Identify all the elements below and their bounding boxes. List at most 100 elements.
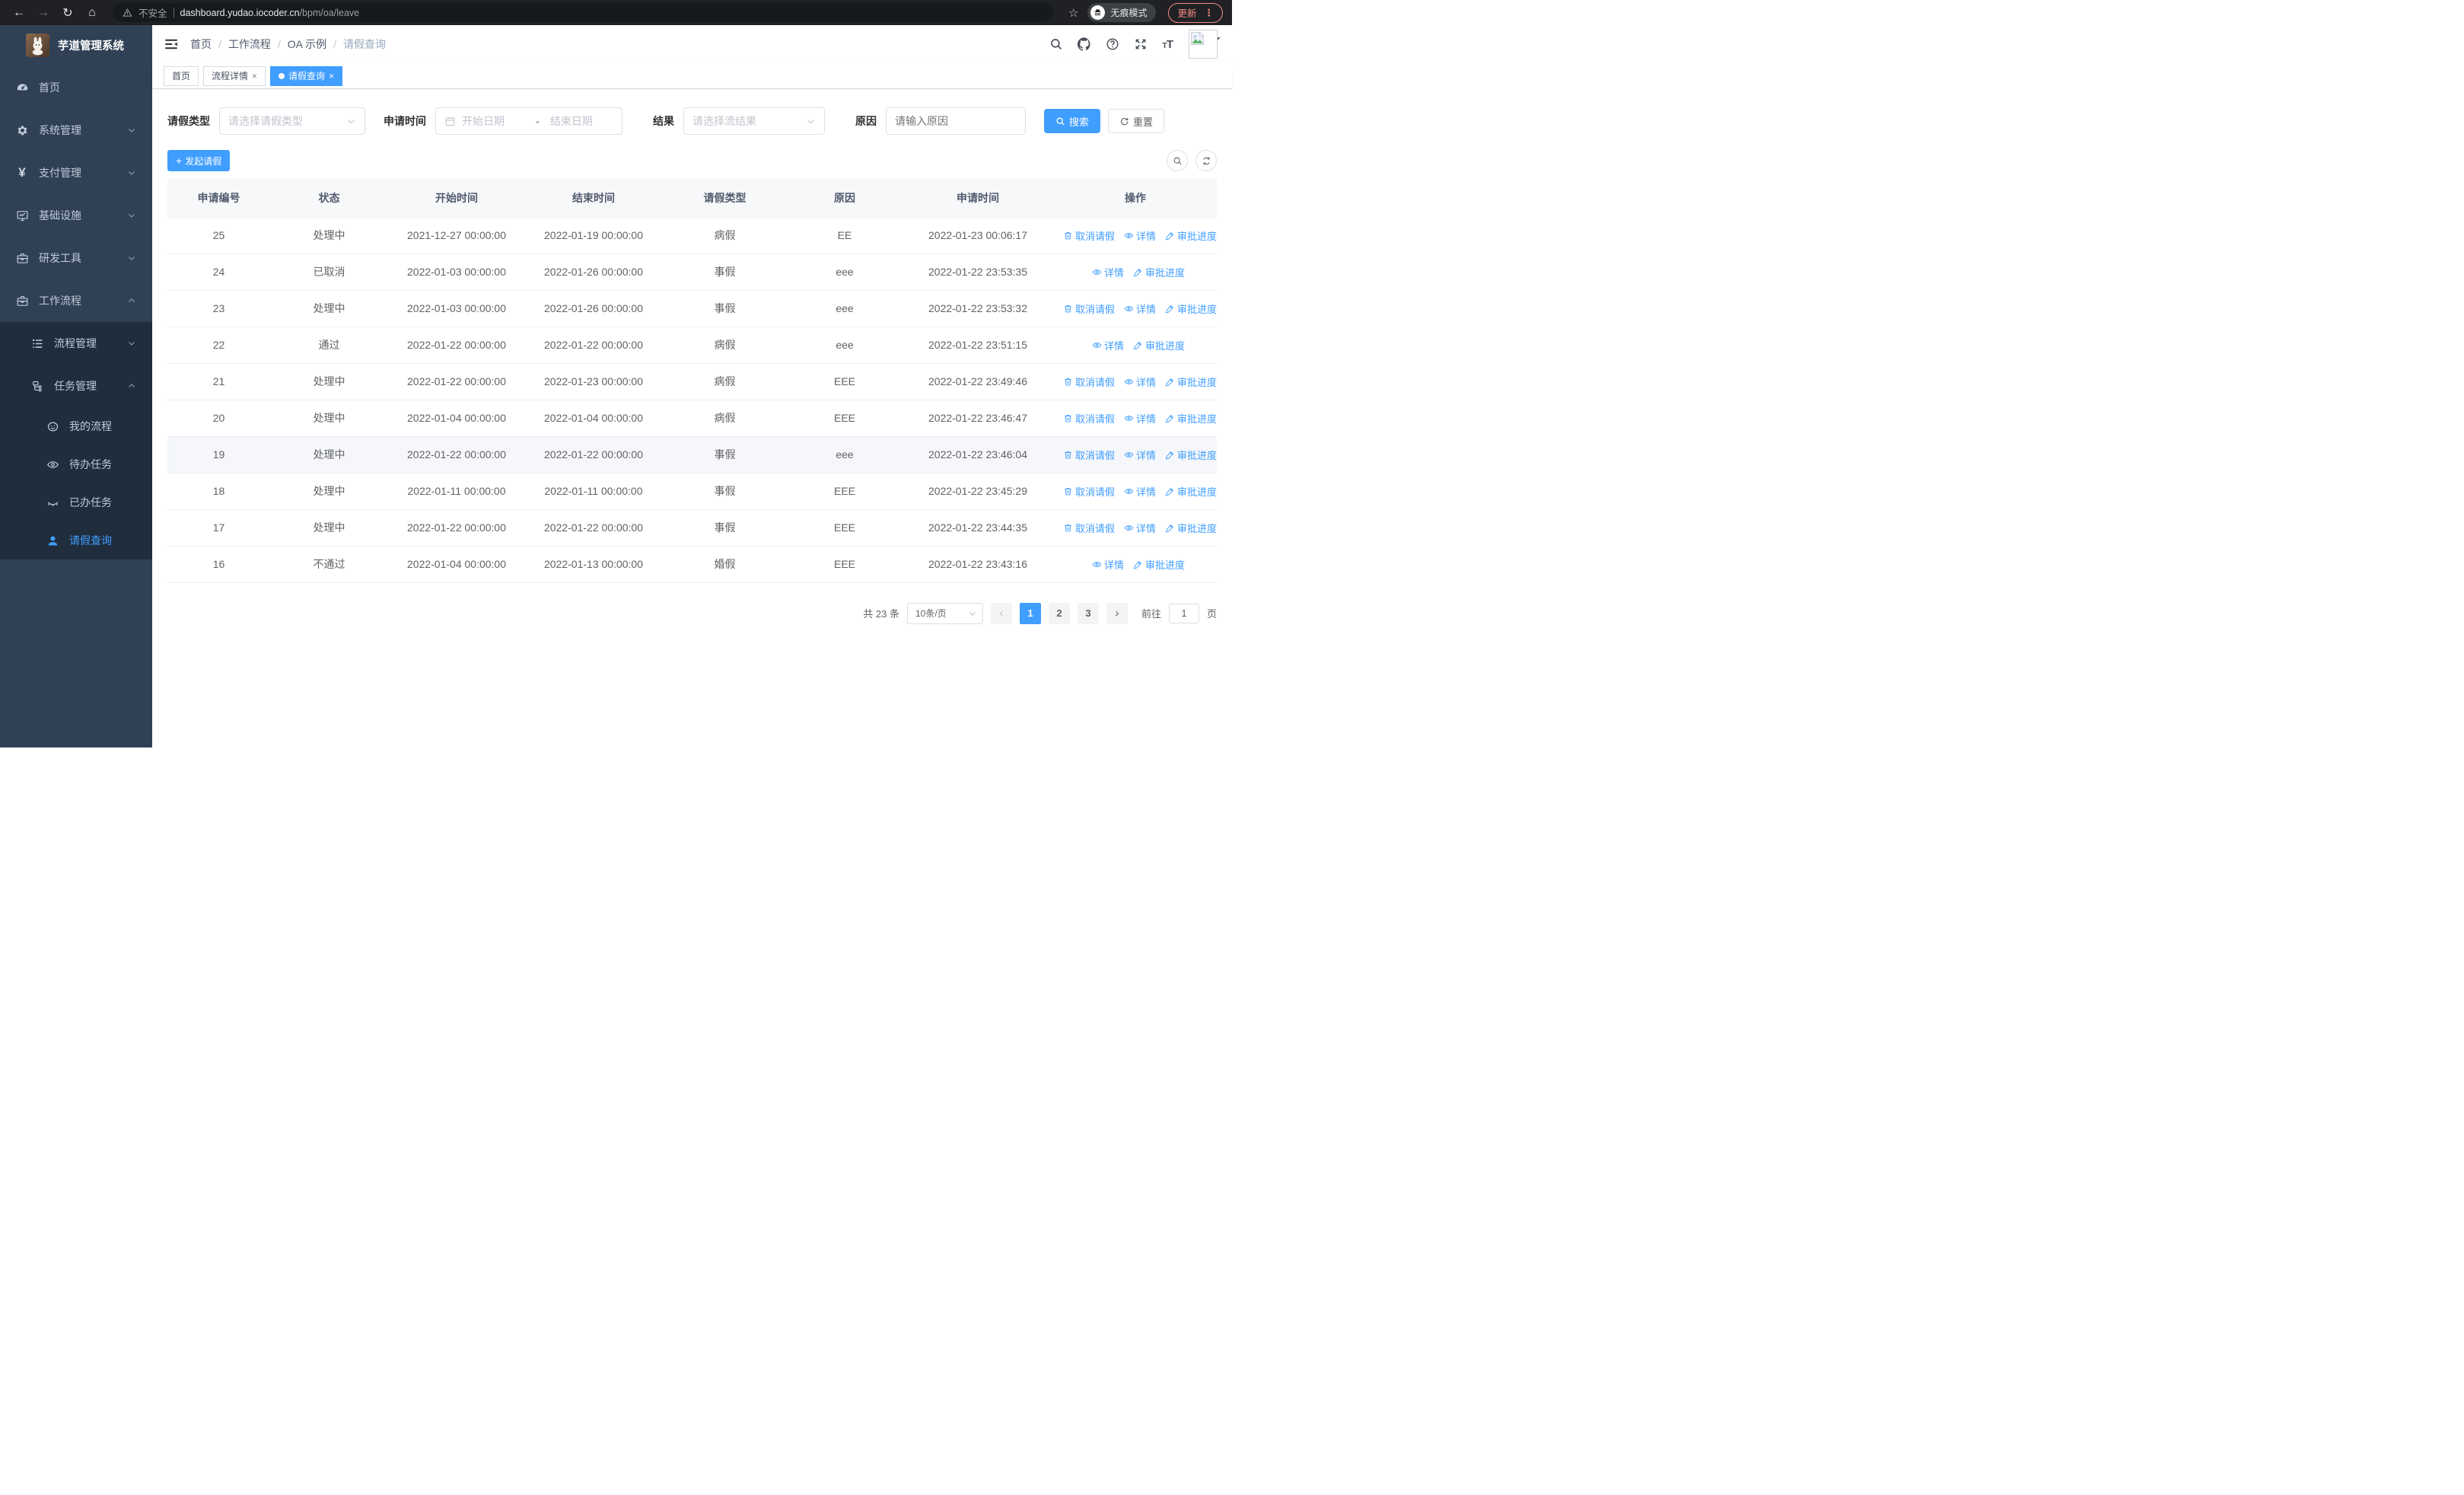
cell-applied: 2022-01-22 23:49:46 [902, 363, 1054, 400]
bookmark-star-icon[interactable]: ☆ [1068, 6, 1078, 20]
update-label[interactable]: 更新 [1177, 5, 1196, 20]
progress-link[interactable]: 审批进度 [1165, 301, 1217, 316]
cell-applied: 2022-01-22 23:45:29 [902, 473, 1054, 510]
browser-home-button[interactable]: ⌂ [82, 3, 102, 23]
page-size-select[interactable]: 10条/页 [906, 602, 983, 624]
detail-link[interactable]: 详情 [1124, 228, 1156, 243]
browser-back-button[interactable]: ← [9, 3, 29, 23]
cell-status: 处理中 [270, 290, 388, 327]
progress-link[interactable]: 审批进度 [1133, 265, 1185, 279]
table-row: 20 处理中 2022-01-04 00:00:00 2022-01-04 00:00… [167, 400, 1217, 437]
avatar[interactable] [1189, 30, 1218, 59]
progress-link[interactable]: 审批进度 [1165, 484, 1217, 499]
sidebar-collapse-icon[interactable] [164, 37, 179, 52]
cell-actions: 取消请假 详情 审批进度 [1054, 436, 1217, 473]
app-logo-row[interactable]: 芋道管理系统 [0, 25, 152, 65]
progress-link[interactable]: 审批进度 [1165, 448, 1217, 462]
create-leave-button[interactable]: + 发起请假 [167, 150, 231, 171]
detail-link[interactable]: 详情 [1092, 338, 1124, 352]
goto-page-input[interactable] [1168, 603, 1199, 623]
sidebar-item-label: 首页 [39, 81, 60, 94]
font-size-icon[interactable]: TT [1162, 38, 1173, 51]
cell-type: 事假 [662, 436, 788, 473]
sidebar-item-任务管理[interactable]: 任务管理 [0, 365, 152, 407]
tab-流程详情[interactable]: 流程详情 × [203, 65, 266, 86]
sidebar-item-已办任务[interactable]: 已办任务 [0, 483, 152, 521]
next-page-button[interactable]: › [1106, 602, 1128, 624]
progress-link[interactable]: 审批进度 [1165, 375, 1217, 389]
security-label[interactable]: 不安全 [138, 5, 167, 20]
sidebar-item-待办任务[interactable]: 待办任务 [0, 445, 152, 483]
date-start-placeholder[interactable]: 开始日期 [462, 113, 525, 129]
sidebar-item-工作流程[interactable]: 工作流程 [0, 279, 152, 322]
detail-link[interactable]: 详情 [1124, 521, 1156, 535]
breadcrumb-item[interactable]: OA 示例 [288, 37, 326, 52]
header-search-icon[interactable] [1049, 37, 1063, 51]
cancel-link[interactable]: 取消请假 [1063, 375, 1115, 389]
browser-update-pill[interactable]: 更新 ⋮ [1168, 2, 1223, 23]
fullscreen-icon[interactable] [1134, 37, 1148, 51]
result-select[interactable]: 请选择流结果 [683, 107, 825, 135]
cancel-link[interactable]: 取消请假 [1063, 521, 1115, 535]
detail-link[interactable]: 详情 [1124, 301, 1156, 316]
cancel-link[interactable]: 取消请假 [1063, 301, 1115, 316]
sidebar-item-请假查询[interactable]: 请假查询 [0, 521, 152, 559]
detail-link[interactable]: 详情 [1124, 448, 1156, 462]
column-header: 请假类型 [662, 179, 788, 218]
cancel-link[interactable]: 取消请假 [1063, 228, 1115, 243]
reason-input[interactable] [886, 107, 1026, 135]
sidebar-item-基础设施[interactable]: 基础设施 [0, 194, 152, 237]
page-button-3[interactable]: 3 [1077, 602, 1099, 624]
prev-page-button[interactable]: ‹ [990, 602, 1012, 624]
user-menu[interactable] [1187, 30, 1221, 59]
browser-forward-button[interactable]: → [33, 3, 53, 23]
action-label: 详情 [1136, 230, 1157, 242]
progress-link[interactable]: 审批进度 [1133, 338, 1185, 352]
action-label: 详情 [1103, 266, 1124, 279]
progress-link[interactable]: 审批进度 [1165, 228, 1217, 243]
sidebar-item-研发工具[interactable]: 研发工具 [0, 237, 152, 279]
breadcrumb-item[interactable]: 工作流程 [228, 37, 271, 52]
tab-请假查询[interactable]: 请假查询 × [270, 65, 343, 86]
detail-link[interactable]: 详情 [1124, 411, 1156, 426]
search-button[interactable]: 搜索 [1044, 109, 1101, 133]
detail-link[interactable]: 详情 [1092, 557, 1124, 572]
detail-link[interactable]: 详情 [1124, 484, 1156, 499]
browser-reload-button[interactable]: ↻ [58, 3, 78, 23]
cell-type: 事假 [662, 290, 788, 327]
cancel-link[interactable]: 取消请假 [1063, 448, 1115, 462]
filter-form: 请假类型 请选择请假类型 申请时间 开始日期 - 结束日期 结果 请选择流结果 … [167, 107, 1217, 135]
breadcrumb-item[interactable]: 首页 [190, 37, 212, 52]
page-button-1[interactable]: 1 [1019, 602, 1041, 624]
detail-link[interactable]: 详情 [1124, 375, 1156, 389]
refresh-icon [1202, 157, 1210, 164]
apply-time-range-picker[interactable]: 开始日期 - 结束日期 [435, 107, 622, 135]
sidebar-item-支付管理[interactable]: ¥ 支付管理 [0, 151, 152, 194]
sidebar-item-我的流程[interactable]: 我的流程 [0, 407, 152, 445]
sidebar-item-首页[interactable]: 首页 [0, 66, 152, 109]
cancel-link[interactable]: 取消请假 [1063, 484, 1115, 499]
tab-首页[interactable]: 首页 [164, 65, 199, 86]
sidebar-item-系统管理[interactable]: 系统管理 [0, 109, 152, 151]
detail-link[interactable]: 详情 [1092, 265, 1124, 279]
progress-link[interactable]: 审批进度 [1165, 521, 1217, 535]
browser-menu-icon[interactable]: ⋮ [1205, 7, 1214, 18]
page-url[interactable]: dashboard.yudao.iocoder.cn/bpm/oa/leave [180, 8, 360, 18]
refresh-table-button[interactable] [1195, 150, 1217, 171]
sidebar-item-流程管理[interactable]: 流程管理 [0, 322, 152, 365]
date-end-placeholder[interactable]: 结束日期 [550, 113, 613, 129]
github-icon[interactable] [1078, 37, 1091, 51]
leave-type-select[interactable]: 请选择请假类型 [219, 107, 365, 135]
address-bar[interactable]: 不安全 dashboard.yudao.iocoder.cn/bpm/oa/le… [113, 3, 1054, 22]
close-tab-icon[interactable]: × [252, 72, 257, 81]
cell-applied: 2022-01-22 23:44:35 [902, 509, 1054, 547]
toggle-search-button[interactable] [1167, 150, 1188, 171]
progress-link[interactable]: 审批进度 [1133, 557, 1185, 572]
close-tab-icon[interactable]: × [329, 72, 334, 81]
cell-actions: 详情 审批进度 [1054, 327, 1217, 364]
page-button-2[interactable]: 2 [1048, 602, 1070, 624]
help-icon[interactable] [1106, 37, 1119, 51]
reset-button[interactable]: 重置 [1108, 109, 1165, 133]
cancel-link[interactable]: 取消请假 [1063, 411, 1115, 426]
progress-link[interactable]: 审批进度 [1165, 411, 1217, 426]
